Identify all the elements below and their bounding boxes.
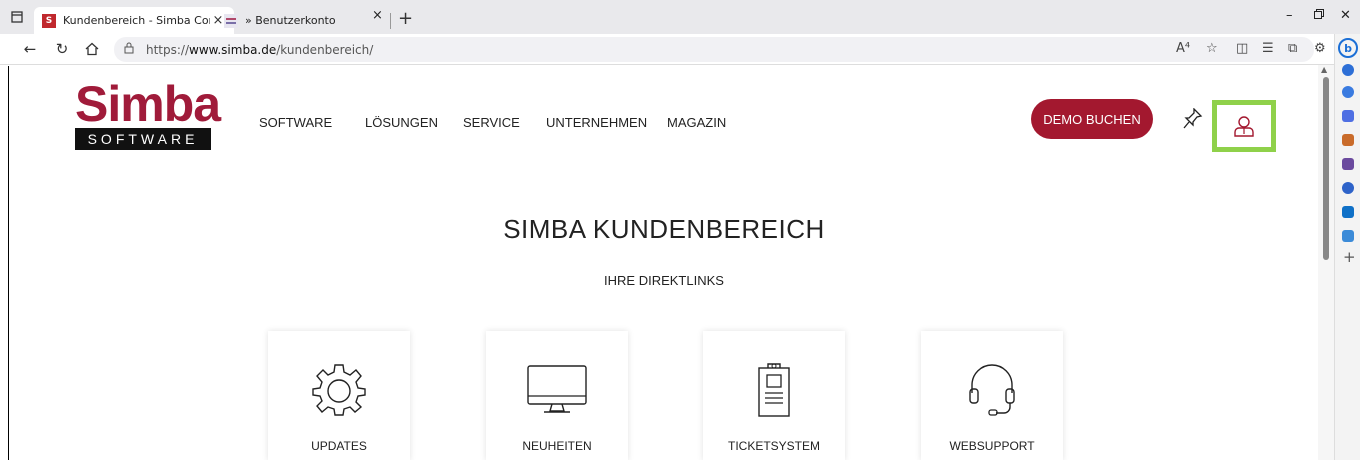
nav-loesungen[interactable]: LÖSUNGEN [365, 115, 438, 130]
lock-icon [124, 42, 140, 57]
page-scrollbar[interactable]: ▲ [1318, 65, 1334, 460]
close-window-icon[interactable]: ✕ [1340, 8, 1351, 23]
card-label: UPDATES [311, 439, 367, 453]
nav-unternehmen[interactable]: UNTERNEHMEN [546, 115, 647, 130]
nav-software[interactable]: SOFTWARE [259, 115, 332, 130]
clipboard-icon [703, 361, 845, 417]
back-icon[interactable]: ← [20, 39, 40, 59]
scrollbar-thumb[interactable] [1323, 77, 1329, 260]
tab-divider [390, 13, 391, 29]
tab-actions-icon[interactable] [8, 8, 26, 26]
home-icon[interactable] [82, 39, 102, 59]
restore-icon[interactable] [1314, 8, 1324, 23]
collections-icon[interactable]: ⧉ [1288, 41, 1297, 56]
scroll-up-icon[interactable]: ▲ [1321, 65, 1327, 74]
tools-icon[interactable] [1342, 134, 1354, 146]
simba-logo[interactable]: Simba SOFTWARE [75, 76, 221, 150]
address-bar[interactable]: https:// www.simba.de /kundenbereich/ [114, 37, 1314, 62]
section-subtitle: IHRE DIREKTLINKS [604, 273, 724, 288]
tab-title: Kundenbereich - Simba Compute [63, 14, 210, 27]
headset-icon [921, 361, 1063, 417]
tab-benutzerkonto[interactable]: » Benutzerkonto [216, 7, 416, 34]
minimize-icon[interactable]: – [1286, 8, 1293, 23]
card-label: NEUHEITEN [522, 439, 592, 453]
add-sidebar-app-icon[interactable]: + [1343, 248, 1356, 266]
simba-favicon-icon: S [42, 13, 56, 28]
web-page: Simba SOFTWARE SOFTWARE LÖSUNGEN SERVICE… [8, 66, 1318, 460]
tab-title: » Benutzerkonto [245, 14, 336, 27]
card-ticketsystem[interactable]: TICKETSYSTEM [703, 331, 845, 460]
card-label: TICKETSYSTEM [727, 439, 820, 453]
card-websupport[interactable]: WEBSUPPORT [921, 331, 1063, 460]
bing-chat-icon[interactable]: b [1338, 38, 1358, 58]
monitor-icon [486, 361, 628, 417]
split-screen-icon[interactable]: ◫ [1236, 41, 1248, 56]
customer-account-button[interactable] [1212, 100, 1276, 152]
new-tab-button[interactable]: + [398, 8, 413, 29]
tab-kundenbereich[interactable]: S Kundenbereich - Simba Compute × [34, 7, 234, 34]
close-tab-icon[interactable]: × [372, 8, 383, 23]
shopping-icon[interactable] [1342, 110, 1354, 122]
refresh-icon[interactable]: ↻ [52, 39, 72, 59]
page-title: SIMBA KUNDENBEREICH [503, 214, 825, 244]
url-scheme: https:// [146, 42, 190, 57]
demo-buchen-button[interactable]: DEMO BUCHEN [1031, 99, 1153, 139]
card-label: WEBSUPPORT [949, 439, 1035, 453]
gear-icon [268, 361, 410, 417]
url-path: /kundenbereich/ [276, 42, 374, 57]
pin-icon[interactable] [1183, 107, 1203, 134]
browser-sidebar: b + [1334, 34, 1360, 460]
favorite-star-icon[interactable]: ☆ [1206, 41, 1218, 56]
extensions-icon[interactable]: ⚙ [1314, 41, 1326, 56]
url-host: www.simba.de [189, 42, 277, 57]
read-aloud-icon[interactable]: A⁴ [1176, 41, 1190, 56]
logo-subtitle: SOFTWARE [75, 128, 211, 150]
drop-icon[interactable] [1342, 230, 1354, 242]
games-icon[interactable] [1342, 158, 1354, 170]
favorites-icon[interactable]: ☰ [1262, 41, 1274, 56]
nav-magazin[interactable]: MAGAZIN [667, 115, 726, 130]
search-icon[interactable] [1342, 86, 1354, 98]
card-neuheiten[interactable]: NEUHEITEN [486, 331, 628, 460]
office-icon[interactable] [1342, 182, 1354, 194]
logo-wordmark: Simba [75, 76, 221, 132]
address-toolbar: ← ↻ https:// www.simba.de /kundenbereich… [0, 34, 1360, 65]
outlook-icon[interactable] [1342, 206, 1354, 218]
nav-service[interactable]: SERVICE [463, 115, 520, 130]
card-updates[interactable]: UPDATES [268, 331, 410, 460]
notifications-icon[interactable] [1342, 64, 1354, 76]
user-icon [1234, 116, 1254, 137]
account-favicon-icon [224, 13, 238, 28]
browser-title-bar: S Kundenbereich - Simba Compute × » Benu… [0, 0, 1360, 34]
